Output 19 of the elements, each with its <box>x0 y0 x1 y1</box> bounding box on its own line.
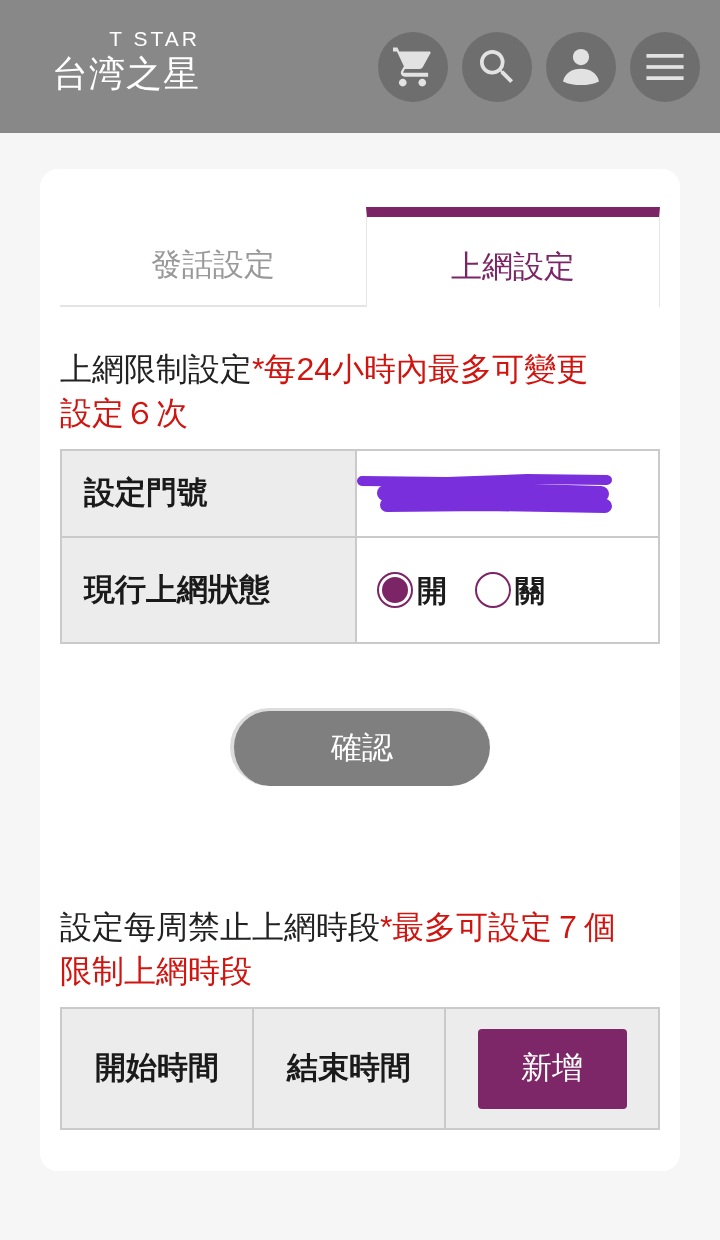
radio-label[interactable]: 開 <box>417 567 447 613</box>
radio-button[interactable] <box>377 572 413 608</box>
section-heading: 上網限制設定*每24小時內最多可變更設定６次 <box>60 350 590 433</box>
menu-icon <box>646 53 684 80</box>
radio-button[interactable] <box>475 572 511 608</box>
logo-tagline: T STAR <box>109 27 200 50</box>
section-heading: 設定每周禁止上網時段*最多可設定７個限制上網時段 <box>60 908 618 991</box>
person-icon <box>563 48 599 85</box>
table-header-cell: 設定門號 <box>61 450 356 537</box>
add-button[interactable]: 新增 <box>477 1028 627 1109</box>
radio-label[interactable]: 關 <box>515 567 545 613</box>
confirm-button[interactable]: 確認 <box>230 708 490 786</box>
tab[interactable]: 上網設定 <box>366 207 660 307</box>
cart-icon <box>393 46 433 87</box>
table-header-cell: 結束時間 <box>253 1008 445 1129</box>
logo-wordmark: 台湾之星 <box>52 53 200 94</box>
search-icon <box>480 49 514 84</box>
table-header-cell: 現行上網狀態 <box>61 537 356 643</box>
table-header-cell: 開始時間 <box>61 1008 253 1129</box>
